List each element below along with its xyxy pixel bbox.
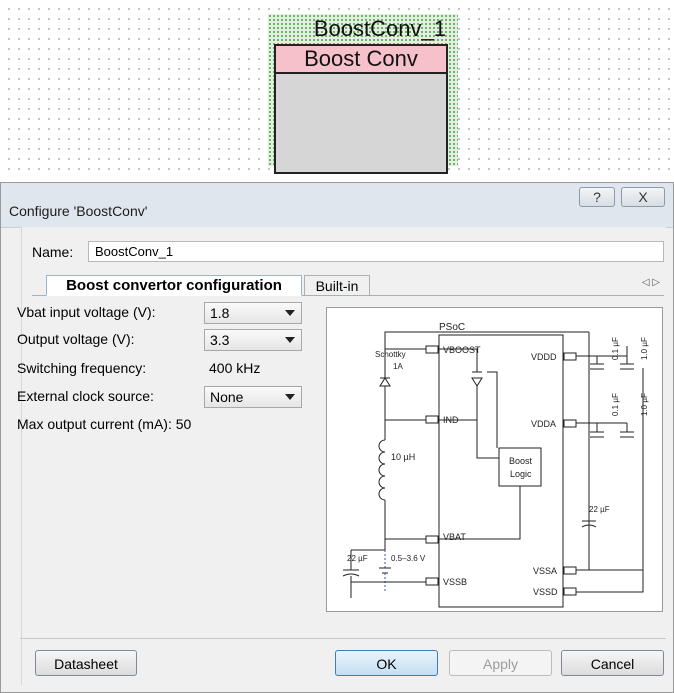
cap-vdda-b-label: 1.0 µF xyxy=(640,393,649,416)
vbat-value: 1.8 xyxy=(210,305,230,321)
close-button[interactable]: X xyxy=(621,187,665,207)
inductor-icon xyxy=(378,439,386,501)
schottky-diode-icon xyxy=(379,377,391,387)
tab-strip: Boost convertor configuration Built-in ◁… xyxy=(32,275,664,297)
tab-built-in[interactable]: Built-in xyxy=(304,275,370,295)
boostconv-component[interactable]: BoostConv_1 Boost Conv xyxy=(268,14,458,174)
datasheet-button[interactable]: Datasheet xyxy=(35,650,137,676)
pin-vdda-label: VDDA xyxy=(531,419,556,429)
vbat-select[interactable]: 1.8 xyxy=(204,302,302,324)
pin-vddd xyxy=(563,352,577,361)
tab-boost-configuration[interactable]: Boost convertor configuration xyxy=(46,275,302,296)
switching-frequency-label: Switching frequency: xyxy=(17,360,147,376)
dialog-title: Configure 'BoostConv' xyxy=(9,203,148,219)
boost-logic-line2: Logic xyxy=(510,469,532,479)
help-icon: ? xyxy=(593,189,601,205)
circuit-diagram-svg: PSoC VBOOST IND VBAT VSSB VDDD VDDA VSSA… xyxy=(342,322,649,608)
component-symbol-body[interactable]: Boost Conv xyxy=(274,44,448,174)
switching-frequency-value: 400 kHz xyxy=(209,360,261,376)
pin-vssd-label: VSSD xyxy=(533,587,558,597)
pin-vboost-label: VBOOST xyxy=(443,345,481,355)
component-instance-name: BoostConv_1 xyxy=(313,16,446,41)
ok-button[interactable]: OK xyxy=(335,650,438,676)
ground-rail xyxy=(576,570,644,593)
vbat-label: Vbat input voltage (V): xyxy=(17,304,156,320)
name-input[interactable] xyxy=(88,241,664,262)
chevron-down-icon xyxy=(285,394,295,400)
pin-vboost xyxy=(425,345,439,354)
battery-range-label: 0.5–3.6 V xyxy=(391,554,426,563)
boost-logic-line1: Boost xyxy=(509,456,533,466)
cap-bat-label: 22 µF xyxy=(347,554,368,563)
pin-vssb-label: VSSB xyxy=(443,577,467,587)
cap-vdda-a-label: 0.1 µF xyxy=(611,393,620,416)
ext-wire xyxy=(384,500,426,540)
apply-button[interactable]: Apply xyxy=(449,650,552,676)
ground-rail xyxy=(576,368,644,571)
pin-vbat xyxy=(425,535,439,544)
output-voltage-value: 3.3 xyxy=(210,332,230,348)
external-clock-label: External clock source: xyxy=(17,388,154,404)
ground-wire xyxy=(350,581,426,598)
ext-wire xyxy=(384,386,426,421)
external-clock-value: None xyxy=(210,389,244,405)
chevron-down-icon xyxy=(285,337,295,343)
boost-logic-block xyxy=(498,447,542,487)
pin-ind xyxy=(425,415,439,424)
schottky-label-1: Schottky xyxy=(375,350,406,359)
help-button[interactable]: ? xyxy=(579,187,615,207)
chevron-down-icon xyxy=(285,310,295,316)
cancel-button[interactable]: Cancel xyxy=(561,650,664,676)
cap-out-label: 22 µF xyxy=(589,505,610,514)
cap-vddd-b-label: 1.0 µF xyxy=(640,337,649,360)
pin-vssa xyxy=(563,566,577,575)
footer-divider xyxy=(20,638,666,639)
pin-vdda xyxy=(563,419,577,428)
name-label: Name: xyxy=(32,244,74,260)
component-title: Boost Conv xyxy=(276,46,446,74)
pin-vssa-label: VSSA xyxy=(533,566,557,576)
internal-diode-icon xyxy=(471,377,483,387)
max-current-value: 50 xyxy=(175,416,192,432)
tab-scroll-arrows-icon[interactable]: ◁ ▷ xyxy=(642,277,660,288)
circuit-diagram: PSoC VBOOST IND VBAT VSSB VDDD VDDA VSSA… xyxy=(326,307,663,612)
chip-label: PSoC xyxy=(439,322,465,333)
pin-vssb xyxy=(425,577,439,586)
output-voltage-select[interactable]: 3.3 xyxy=(204,329,302,351)
inductor-label: 10 µH xyxy=(391,452,415,462)
dialog-titlebar[interactable]: Configure 'BoostConv' ? X xyxy=(1,183,673,228)
schottky-label-2: 1A xyxy=(393,362,403,371)
pin-vddd-label: VDDD xyxy=(531,352,557,362)
cap-vddd-a-label: 0.1 µF xyxy=(611,337,620,360)
close-icon: X xyxy=(638,189,648,205)
internal-wire xyxy=(476,420,499,459)
schematic-canvas[interactable]: BoostConv_1 Boost Conv xyxy=(0,0,674,178)
output-voltage-label: Output voltage (V): xyxy=(17,331,135,347)
cap-bat-plate-curved xyxy=(342,573,360,577)
external-clock-select[interactable]: None xyxy=(204,386,302,408)
pin-vbat-label: VBAT xyxy=(443,532,466,542)
internal-wire xyxy=(487,371,498,448)
pin-vssd xyxy=(563,587,577,596)
max-current-label: Max output current (mA): 50 xyxy=(17,416,191,432)
max-current-label-text: Max output current (mA): xyxy=(17,416,172,432)
